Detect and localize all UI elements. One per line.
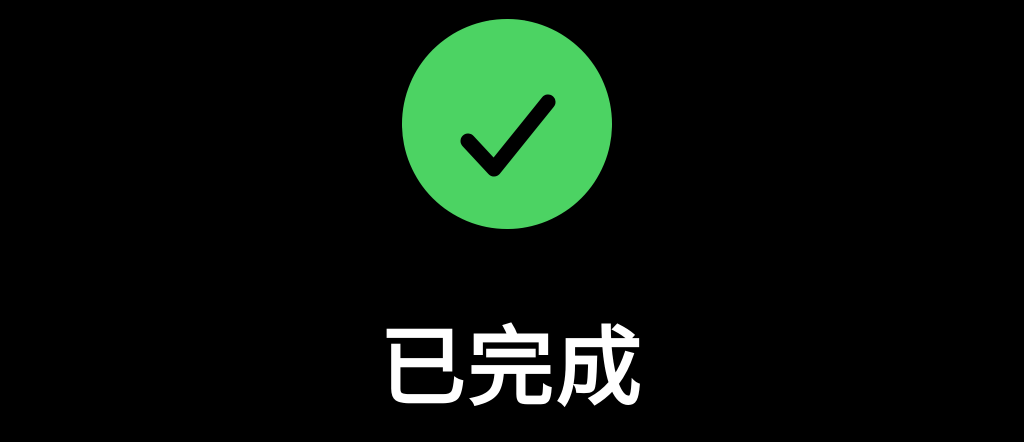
completion-status-label: 已完成 [380,318,644,418]
check-circle-graphic [402,19,612,229]
success-circle [402,19,612,229]
completion-screen: 已完成 [0,0,1024,442]
check-circle-icon [401,18,613,230]
